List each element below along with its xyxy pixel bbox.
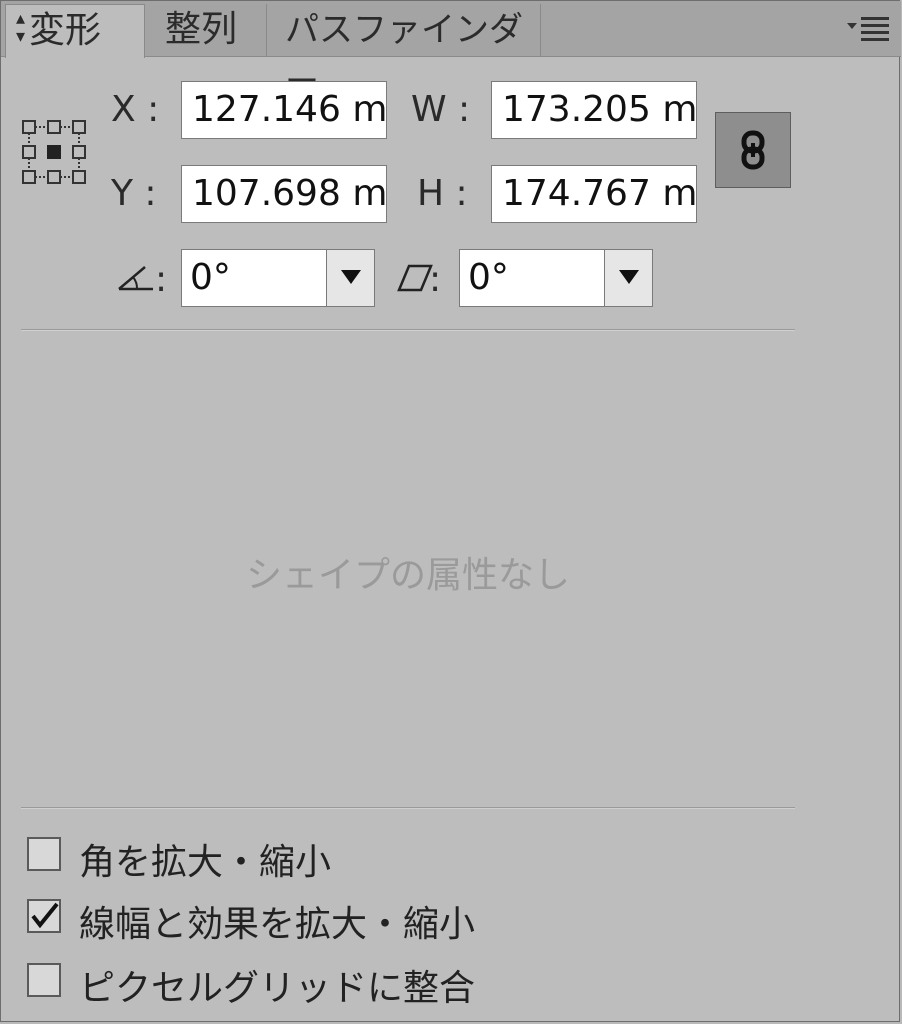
- panel-menu-icon[interactable]: [847, 15, 891, 43]
- y-input[interactable]: 107.698 m: [181, 165, 387, 223]
- tab-align[interactable]: 整列: [145, 4, 267, 56]
- rotate-angle-icon: [118, 266, 153, 291]
- no-shape-attributes-text: シェイプの属性なし: [245, 555, 570, 596]
- scale-corners-checkbox[interactable]: [27, 837, 61, 871]
- chevron-updown-icon: ▴ ▾: [16, 8, 26, 47]
- h-input[interactable]: 174.767 m: [491, 165, 697, 223]
- tab-bar: ▴▾変形 整列 パスファインダー: [1, 1, 901, 102]
- x-input[interactable]: 127.146 m: [181, 81, 387, 139]
- shear-colon: :: [429, 259, 442, 300]
- scale-corners-label: 角を拡大・縮小: [79, 842, 332, 883]
- rotate-colon: :: [155, 259, 168, 300]
- rotate-dropdown[interactable]: 0°: [181, 249, 375, 307]
- divider: [21, 807, 795, 809]
- tab-transform-label: 変形: [29, 10, 102, 51]
- divider: [21, 329, 795, 331]
- tab-align-label: 整列: [165, 9, 238, 50]
- scale-strokes-effects-label: 線幅と効果を拡大・縮小: [79, 904, 476, 945]
- align-pixel-grid-label: ピクセルグリッドに整合: [79, 968, 476, 1009]
- reference-point-icon[interactable]: [21, 119, 87, 185]
- link-icon: [741, 130, 765, 170]
- w-input[interactable]: 173.205 m: [491, 81, 697, 139]
- tab-pathfinder[interactable]: パスファインダー: [267, 4, 541, 102]
- align-pixel-grid-checkbox[interactable]: [27, 963, 61, 997]
- y-label: Y :: [111, 173, 157, 214]
- chevron-down-icon[interactable]: [326, 250, 374, 306]
- rotate-value: 0°: [190, 257, 231, 298]
- chevron-down-icon[interactable]: [604, 250, 652, 306]
- link-proportions-button[interactable]: [715, 112, 791, 188]
- w-label: W :: [411, 89, 471, 130]
- shear-dropdown[interactable]: 0°: [459, 249, 653, 307]
- h-label: H :: [417, 173, 468, 214]
- checkmark-icon: [31, 902, 59, 929]
- transform-panel: ▴▾変形 整列 パスファインダー X : 127.146 m: [0, 0, 901, 1022]
- shear-value: 0°: [468, 257, 509, 298]
- tab-transform[interactable]: ▴ ▾ 変形: [5, 4, 145, 58]
- x-label: X :: [111, 89, 160, 130]
- scale-strokes-effects-checkbox[interactable]: [27, 899, 61, 933]
- shear-icon: [397, 264, 433, 292]
